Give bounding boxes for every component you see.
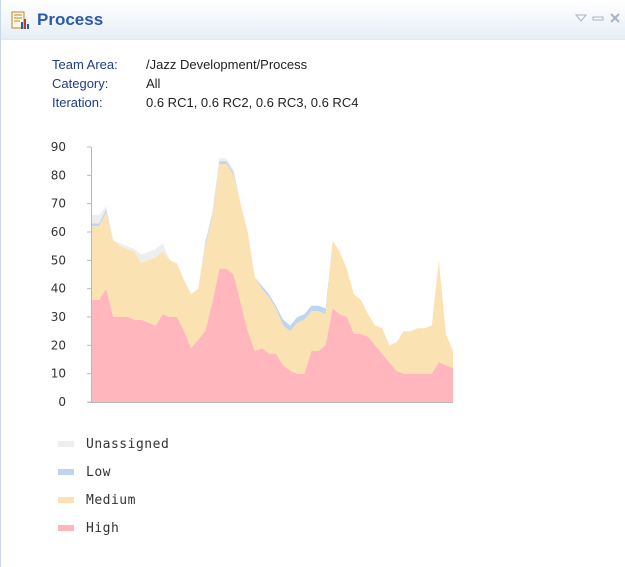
iteration-value: 0.6 RC1, 0.6 RC2, 0.6 RC3, 0.6 RC4 [146,95,359,110]
dropdown-arrow-icon[interactable] [575,12,587,24]
chart-areas [92,158,453,402]
legend-label: Unassigned [86,436,170,452]
y-tick-label: 70 [51,197,66,211]
legend-label: Low [86,464,111,480]
category-label: Category: [52,76,109,91]
category-value: All [146,76,161,91]
minimize-icon[interactable] [592,12,604,24]
legend-swatch [58,441,74,447]
window-controls [575,12,621,26]
iteration-label: Iteration: [52,95,103,110]
category-row: Category: All [52,74,358,93]
legend-swatch [58,525,74,531]
stacked-area-chart: 0 10 20 30 40 50 60 70 80 90 [51,140,453,409]
team-area-value: /Jazz Development/Process [146,57,308,72]
y-tick-label: 90 [51,140,66,154]
team-area-label: Team Area: [52,57,118,72]
y-tick-label: 60 [51,225,66,239]
y-tick-label: 10 [51,367,66,381]
legend-swatch [58,497,74,503]
legend-label: Medium [86,492,136,508]
chart-legend: Unassigned Low Medium High [58,430,169,542]
widget-titlebar[interactable]: Process [1,0,625,40]
y-tick-label: 0 [58,395,66,409]
legend-item-high[interactable]: High [58,514,169,542]
report-chart-icon [11,11,29,29]
legend-item-unassigned[interactable]: Unassigned [58,430,169,458]
close-icon[interactable] [609,12,621,24]
legend-item-low[interactable]: Low [58,458,169,486]
iteration-row: Iteration: 0.6 RC1, 0.6 RC2, 0.6 RC3, 0.… [52,93,358,112]
query-metadata: Team Area: /Jazz Development/Process Cat… [52,55,358,112]
y-tick-label: 20 [51,338,66,352]
widget-title[interactable]: Process [37,9,103,31]
legend-item-medium[interactable]: Medium [58,486,169,514]
y-tick-label: 80 [51,168,66,182]
y-tick-label: 40 [51,282,66,296]
team-area-row: Team Area: /Jazz Development/Process [52,55,358,74]
legend-label: High [86,520,120,536]
y-tick-label: 50 [51,253,66,267]
legend-swatch [58,469,74,475]
process-widget: Process Team Area: /Jazz Development/Pro… [0,0,625,567]
y-tick-label: 30 [51,310,66,324]
